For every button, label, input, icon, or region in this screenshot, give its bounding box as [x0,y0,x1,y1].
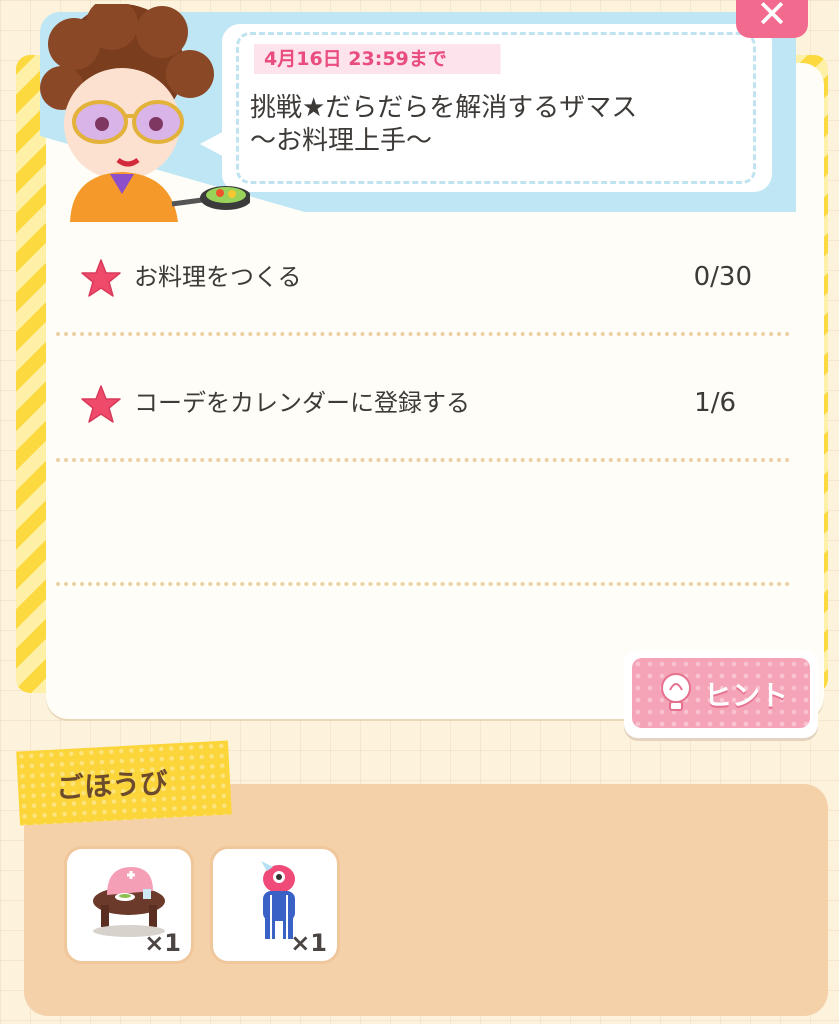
reward-item[interactable]: ×1 [64,846,194,964]
star-icon [81,385,121,423]
lightbulb-icon [661,673,691,711]
divider [56,582,790,586]
task-row: お料理をつくる 0/30 [80,258,752,298]
reward-quantity: ×1 [290,929,327,957]
task-progress: 1/6 [694,388,736,418]
task-label: コーデをカレンダーに登録する [134,389,470,417]
divider [56,332,790,336]
mission-title-line1: 挑戦★だらだらを解消するザマス [250,93,638,123]
close-button[interactable]: ✕ [736,0,808,38]
hint-button-face[interactable]: ヒント [632,658,810,728]
divider [56,458,790,462]
character-avatar [40,4,250,222]
reward-item[interactable]: ×1 [210,846,340,964]
mission-title-line2: 〜お料理上手〜 [250,126,433,156]
task-row: コーデをカレンダーに登録する 1/6 [80,384,736,424]
task-progress: 0/30 [693,262,752,292]
deadline-badge: 4月16日 23:59まで [254,44,522,74]
reward-quantity: ×1 [144,929,181,957]
task-label: お料理をつくる [134,263,302,291]
star-icon [81,259,121,297]
hint-label: ヒント [704,679,789,712]
rewards-title: ごほうび [55,766,169,805]
mission-title: 挑戦★だらだらを解消するザマス 〜お料理上手〜 [250,92,750,158]
hint-button[interactable]: ヒント [624,650,818,738]
